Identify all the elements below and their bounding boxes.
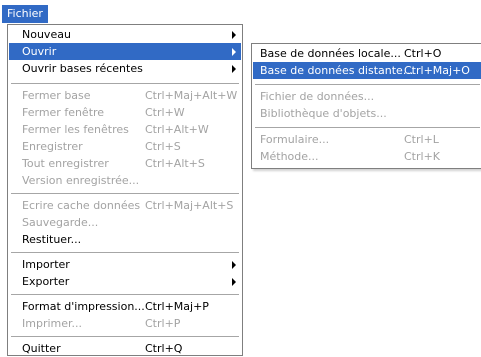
menu-item-label: Formulaire... xyxy=(260,133,330,146)
menu-item-shortcut: Ctrl+W xyxy=(145,106,185,119)
menu-item-label: Ouvrir xyxy=(22,45,57,58)
submenu-arrow-icon xyxy=(232,31,236,39)
menu-separator xyxy=(255,127,480,128)
menu-item-shortcut: Ctrl+L xyxy=(404,133,439,146)
menu-item-ouvrir-bases-recentes[interactable]: Ouvrir bases récentes xyxy=(9,60,241,77)
menu-item-label: Bibliothèque d'objets... xyxy=(260,107,387,120)
menu-item-shortcut: Ctrl+P xyxy=(145,317,181,330)
menu-item-label: Version enregistrée... xyxy=(22,174,140,187)
menu-item-shortcut: Ctrl+K xyxy=(404,150,441,163)
menu-item-label: Imprimer... xyxy=(22,317,83,330)
menu-item-shortcut: Ctrl+Maj+Alt+S xyxy=(145,199,234,212)
menu-item-sauvegarde[interactable]: Sauvegarde... xyxy=(9,214,241,231)
menu-item-exporter[interactable]: Exporter xyxy=(9,273,241,290)
menu-separator xyxy=(11,193,239,194)
menu-bar: Fichier xyxy=(0,0,481,24)
menu-separator xyxy=(255,84,480,85)
submenu-item-base-distante[interactable]: Base de données distante... Ctrl+Maj+O xyxy=(253,62,481,79)
menu-separator xyxy=(11,336,239,337)
ouvrir-submenu: Base de données locale... Ctrl+O Base de… xyxy=(251,43,481,169)
menu-item-label: Fichier de données... xyxy=(260,90,375,103)
menu-separator xyxy=(11,252,239,253)
menu-item-label: Restituer... xyxy=(22,233,82,246)
submenu-item-bibliotheque-objets[interactable]: Bibliothèque d'objets... xyxy=(253,105,481,122)
fichier-dropdown-menu: Nouveau Ouvrir Ouvrir bases récentes Fer… xyxy=(7,24,243,356)
menu-item-importer[interactable]: Importer xyxy=(9,256,241,273)
menu-item-label: Nouveau xyxy=(22,28,71,41)
menu-item-imprimer[interactable]: Imprimer... Ctrl+P xyxy=(9,315,241,332)
menu-item-label: Base de données distante... xyxy=(260,64,414,77)
menu-item-label: Ecrire cache données xyxy=(22,199,141,212)
menu-item-fermer-fenetre[interactable]: Fermer fenêtre Ctrl+W xyxy=(9,104,241,121)
menu-item-label: Enregistrer xyxy=(22,140,83,153)
menu-item-label: Ouvrir bases récentes xyxy=(22,62,143,75)
menu-item-shortcut: Ctrl+Maj+P xyxy=(145,300,209,313)
submenu-item-formulaire[interactable]: Formulaire... Ctrl+L xyxy=(253,131,481,148)
menu-item-nouveau[interactable]: Nouveau xyxy=(9,26,241,43)
menu-item-shortcut: Ctrl+S xyxy=(145,140,181,153)
menu-item-restituer[interactable]: Restituer... xyxy=(9,231,241,248)
menu-item-enregistrer[interactable]: Enregistrer Ctrl+S xyxy=(9,138,241,155)
submenu-arrow-icon xyxy=(232,48,236,56)
menu-item-label: Fermer base xyxy=(22,89,91,102)
menu-item-ecrire-cache-donnees[interactable]: Ecrire cache données Ctrl+Maj+Alt+S xyxy=(9,197,241,214)
menu-item-shortcut: Ctrl+O xyxy=(404,47,442,60)
menu-separator xyxy=(11,294,239,295)
submenu-item-base-locale[interactable]: Base de données locale... Ctrl+O xyxy=(253,45,481,62)
menu-item-label: Méthode... xyxy=(260,150,319,163)
menu-item-label: Fermer les fenêtres xyxy=(22,123,129,136)
menu-item-version-enregistree[interactable]: Version enregistrée... xyxy=(9,172,241,189)
menu-item-label: Tout enregistrer xyxy=(22,157,109,170)
submenu-arrow-icon xyxy=(232,278,236,286)
submenu-arrow-icon xyxy=(232,65,236,73)
menu-item-label: Fermer fenêtre xyxy=(22,106,105,119)
menu-fichier[interactable]: Fichier xyxy=(2,5,48,23)
menu-item-label: Format d'impression... xyxy=(22,300,145,313)
menu-item-fermer-les-fenetres[interactable]: Fermer les fenêtres Ctrl+Alt+W xyxy=(9,121,241,138)
menu-item-shortcut: Ctrl+Maj+O xyxy=(404,64,470,77)
menu-item-format-impression[interactable]: Format d'impression... Ctrl+Maj+P xyxy=(9,298,241,315)
menu-item-tout-enregistrer[interactable]: Tout enregistrer Ctrl+Alt+S xyxy=(9,155,241,172)
menu-item-quitter[interactable]: Quitter Ctrl+Q xyxy=(9,340,241,357)
submenu-item-fichier-de-donnees[interactable]: Fichier de données... xyxy=(253,88,481,105)
menu-item-label: Exporter xyxy=(22,275,70,288)
menu-item-label: Importer xyxy=(22,258,70,271)
menu-separator xyxy=(11,83,239,84)
menu-item-shortcut: Ctrl+Q xyxy=(145,342,183,355)
submenu-arrow-icon xyxy=(232,261,236,269)
submenu-item-methode[interactable]: Méthode... Ctrl+K xyxy=(253,148,481,165)
menu-item-shortcut: Ctrl+Alt+W xyxy=(145,123,209,136)
menu-item-ouvrir[interactable]: Ouvrir xyxy=(9,43,241,60)
menu-item-shortcut: Ctrl+Alt+S xyxy=(145,157,205,170)
menu-item-fermer-base[interactable]: Fermer base Ctrl+Maj+Alt+W xyxy=(9,87,241,104)
menu-item-label: Sauvegarde... xyxy=(22,216,99,229)
menu-item-label: Quitter xyxy=(22,342,61,355)
menu-item-label: Base de données locale... xyxy=(260,47,401,60)
menu-item-shortcut: Ctrl+Maj+Alt+W xyxy=(145,89,238,102)
